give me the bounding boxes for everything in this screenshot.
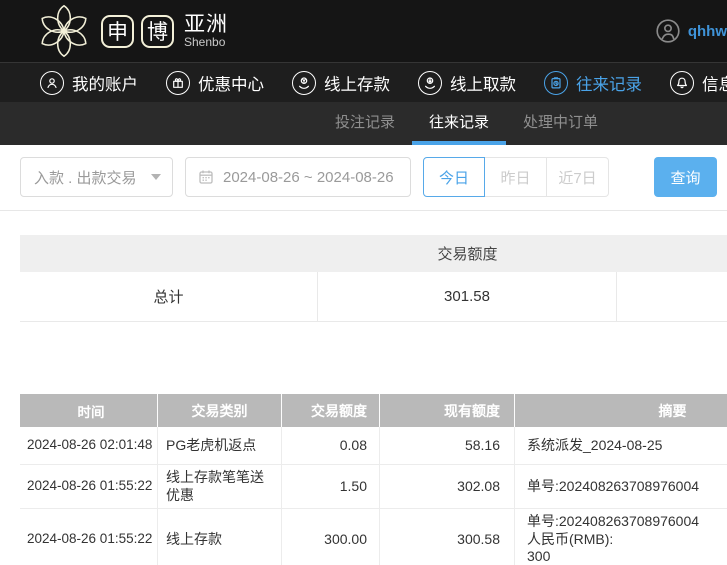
cell-type: PG老虎机返点	[158, 427, 282, 464]
records-tab-bar: 投注记录 往来记录 处理中订单	[0, 102, 727, 145]
nav-label: 优惠中心	[198, 71, 264, 95]
nav-label: 信息	[702, 71, 727, 95]
cell-memo: 单号:202408263708976004	[515, 465, 727, 508]
cell-balance: 300.58	[380, 509, 515, 565]
chevron-down-icon	[151, 174, 161, 180]
tab-label: 投注记录	[335, 111, 395, 132]
summary-header-spacer	[20, 235, 318, 272]
nav-item-promotions[interactable]: 优惠中心	[166, 71, 264, 95]
transaction-type-select[interactable]: 入款 . 出款交易	[20, 157, 173, 197]
tab-transaction-records[interactable]: 往来记录	[412, 102, 506, 145]
logo-char-shen: 申	[101, 15, 134, 48]
summary-header-spacer	[617, 235, 727, 272]
cell-amount: 300.00	[282, 509, 380, 565]
user-avatar-icon	[656, 19, 680, 43]
nav-label: 线上取款	[450, 71, 516, 95]
brand-logo[interactable]: 申 博 亚洲 Shenbo	[36, 3, 228, 59]
summary-header-row: 交易额度	[20, 235, 727, 272]
last-7-days-button[interactable]: 近7日	[547, 157, 609, 197]
username: qhhw	[688, 23, 727, 40]
cell-type: 线上存款笔笔送优惠	[158, 465, 282, 508]
cell-memo: 系统派发_2024-08-25	[515, 427, 727, 464]
summary-total-label: 总计	[20, 272, 318, 321]
cell-type: 线上存款	[158, 509, 282, 565]
flower-logo-icon	[36, 3, 92, 59]
calendar-icon	[198, 169, 214, 185]
table-row: 2024-08-26 02:01:48 PG老虎机返点 0.08 58.16 系…	[20, 427, 727, 465]
tab-betting-records[interactable]: 投注记录	[318, 102, 412, 145]
cell-time: 2024-08-26 01:55:22	[20, 465, 158, 508]
cell-amount: 1.50	[282, 465, 380, 508]
user-account-chip[interactable]: qhhw	[656, 19, 727, 43]
column-header-time: 时间	[20, 394, 158, 427]
tab-label: 处理中订单	[523, 111, 598, 132]
cell-amount: 0.08	[282, 427, 380, 464]
date-range-value: 2024-08-26 ~ 2024-08-26	[223, 169, 394, 186]
today-button[interactable]: 今日	[423, 157, 485, 197]
tab-label: 往来记录	[429, 111, 489, 132]
column-header-type: 交易类别	[158, 394, 282, 427]
nav-item-transaction-records[interactable]: 往来记录	[544, 71, 642, 95]
summary-table: 交易额度 总计 301.58	[20, 235, 727, 322]
column-header-memo: 摘要	[515, 394, 727, 427]
deposit-coin-icon	[292, 71, 316, 95]
nav-item-online-deposit[interactable]: 线上存款	[292, 71, 390, 95]
cell-balance: 58.16	[380, 427, 515, 464]
date-range-input[interactable]: 2024-08-26 ~ 2024-08-26	[185, 157, 411, 197]
nav-label: 我的账户	[72, 71, 138, 95]
nav-item-messages[interactable]: 信息	[670, 71, 727, 95]
topbar: 申 博 亚洲 Shenbo qhhw	[0, 0, 727, 62]
transaction-records-page: 申 博 亚洲 Shenbo qhhw 我的账户	[0, 0, 727, 565]
gift-icon	[166, 71, 190, 95]
brand-subtitle: Shenbo	[184, 36, 228, 49]
filter-row: 入款 . 出款交易 2024-08-26 ~ 2024-08-26 今日 昨日 …	[0, 145, 727, 210]
brand-text: 亚洲 Shenbo	[184, 13, 228, 49]
column-header-balance: 现有额度	[380, 394, 515, 427]
summary-total-row: 总计 301.58	[20, 272, 727, 322]
yesterday-button[interactable]: 昨日	[485, 157, 547, 197]
user-icon	[40, 71, 64, 95]
search-button[interactable]: 查询	[654, 157, 717, 197]
cell-memo: 单号:202408263708976004 人民币(RMB): 300	[515, 509, 727, 565]
nav-item-my-account[interactable]: 我的账户	[40, 71, 138, 95]
nav-item-online-withdrawal[interactable]: 线上取款	[418, 71, 516, 95]
summary-header-amount: 交易额度	[318, 235, 617, 272]
column-header-amount: 交易额度	[282, 394, 380, 427]
brand-region: 亚洲	[184, 13, 228, 36]
quick-date-button-group: 今日 昨日 近7日	[423, 157, 609, 197]
transactions-table: 时间 交易类别 交易额度 现有额度 摘要 2024-08-26 02:01:48…	[20, 394, 727, 565]
cell-time: 2024-08-26 02:01:48	[20, 427, 158, 464]
nav-label: 往来记录	[576, 71, 642, 95]
records-clipboard-icon	[544, 71, 568, 95]
bell-icon	[670, 71, 694, 95]
logo-char-bo: 博	[141, 15, 174, 48]
summary-empty-cell	[617, 272, 727, 321]
cell-balance: 302.08	[380, 465, 515, 508]
section-divider	[0, 210, 727, 211]
transaction-type-value: 入款 . 出款交易	[34, 167, 137, 188]
summary-total-value: 301.58	[318, 272, 617, 321]
tab-processing-orders[interactable]: 处理中订单	[506, 102, 615, 145]
main-navigation: 我的账户 优惠中心 线上存款 线上取款 往来记录	[0, 62, 727, 102]
cell-time: 2024-08-26 01:55:22	[20, 509, 158, 565]
nav-label: 线上存款	[324, 71, 390, 95]
table-row: 2024-08-26 01:55:22 线上存款笔笔送优惠 1.50 302.0…	[20, 465, 727, 509]
transactions-header-row: 时间 交易类别 交易额度 现有额度 摘要	[20, 394, 727, 427]
table-row: 2024-08-26 01:55:22 线上存款 300.00 300.58 单…	[20, 509, 727, 565]
withdraw-coin-icon	[418, 71, 442, 95]
